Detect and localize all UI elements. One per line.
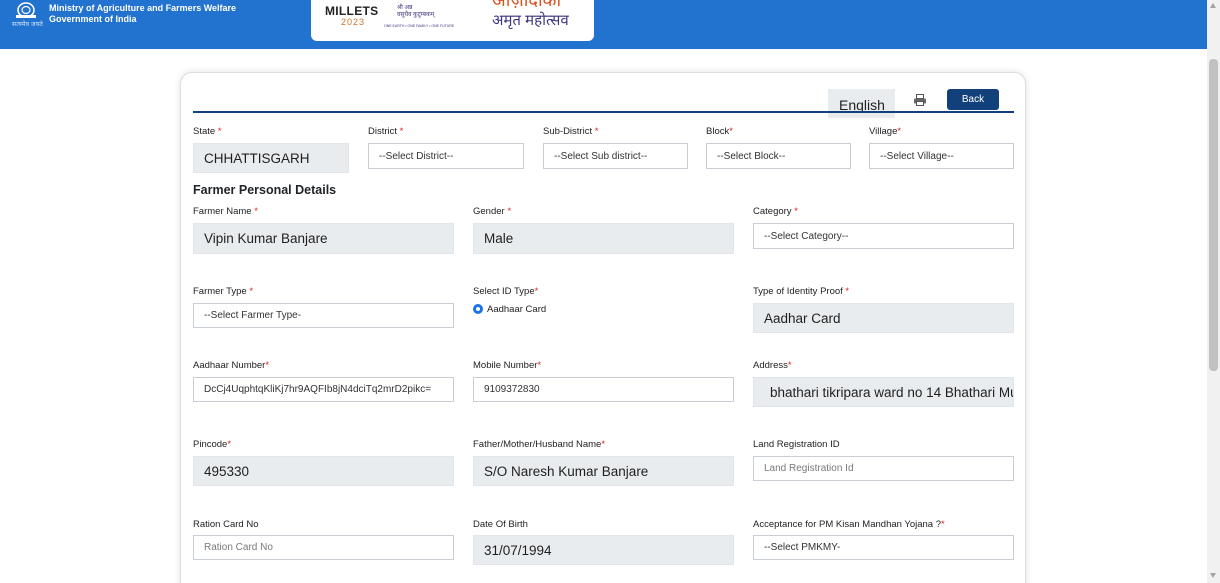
required-marker: * xyxy=(254,206,258,217)
category-label-text: Category xyxy=(753,206,792,217)
pincode-field: 495330 xyxy=(193,456,454,486)
section-title: Farmer Personal Details xyxy=(193,183,337,197)
date-of-birth-field: 31/07/1994 xyxy=(473,535,734,565)
identity-proof-label: Type of Identity Proof * xyxy=(753,286,849,297)
mobile-label: Mobile Number* xyxy=(473,360,541,371)
state-label-text: State xyxy=(193,126,216,137)
millets-logo-text: MILLETS xyxy=(325,4,379,18)
required-marker: * xyxy=(399,126,404,137)
sub-district-label: Sub-District * xyxy=(543,126,598,137)
block-select[interactable]: --Select Block-- xyxy=(706,143,851,169)
aadhaar-card-radio-label[interactable]: Aadhaar Card xyxy=(487,304,546,315)
pmkmy-select[interactable]: --Select PMKMY- xyxy=(753,535,1014,560)
campaign-banner: MILLETS 2023 श्री अन्न वसुधैव कुटुम्बकम्… xyxy=(311,0,594,41)
address-label: Address* xyxy=(753,360,792,371)
pincode-label-text: Pincode xyxy=(193,439,228,450)
gender-label-text: Gender xyxy=(473,206,505,217)
ministry-line-1: Ministry of Agriculture and Farmers Welf… xyxy=(49,3,237,13)
required-marker: * xyxy=(507,206,512,217)
category-select[interactable]: --Select Category-- xyxy=(753,223,1014,249)
village-select[interactable]: --Select Village-- xyxy=(869,143,1014,169)
farmer-name-label-text: Farmer Name xyxy=(193,206,252,217)
required-marker: * xyxy=(897,126,902,137)
required-marker: * xyxy=(217,126,222,137)
ministry-line-2: Government of India xyxy=(49,14,137,24)
farmer-name-field: Vipin Kumar Banjare xyxy=(193,223,454,254)
aadhaar-label-text: Aadhaar Number xyxy=(193,360,266,371)
back-button[interactable]: Back xyxy=(947,89,999,110)
required-marker: * xyxy=(265,360,270,371)
mobile-number-field[interactable]: 9109372830 xyxy=(473,377,734,402)
required-marker: * xyxy=(227,439,232,450)
land-registration-input[interactable]: Land Registration Id xyxy=(753,456,1014,481)
sub-district-label-text: Sub-District xyxy=(543,126,593,137)
azadi-logo-bottom: अमृत महोत्सव xyxy=(492,12,569,29)
block-label: Block* xyxy=(706,126,733,137)
pmkmy-label: Acceptance for PM Kisan Mandhan Yojana ?… xyxy=(753,519,945,530)
farmer-type-select[interactable]: --Select Farmer Type- xyxy=(193,303,454,328)
id-type-label-text: Select ID Type xyxy=(473,286,535,297)
sub-district-select[interactable]: --Select Sub district-- xyxy=(543,143,688,169)
village-label-text: Village xyxy=(869,126,898,137)
millets-year: 2023 xyxy=(341,17,366,27)
ration-card-input[interactable]: Ration Card No xyxy=(193,535,454,560)
land-id-label: Land Registration ID xyxy=(753,439,840,450)
language-toggle[interactable]: English xyxy=(828,89,895,118)
required-marker: * xyxy=(787,360,792,371)
required-marker: * xyxy=(594,126,599,137)
address-label-text: Address xyxy=(753,360,788,371)
state-field: CHHATTISGARH xyxy=(193,143,349,173)
shree-anna-line-2: वसुधैव कुटुम्बकम् xyxy=(397,12,435,18)
gender-field: Male xyxy=(473,223,734,254)
required-marker: * xyxy=(601,439,606,450)
village-label: Village* xyxy=(869,126,901,137)
farmer-name-label: Farmer Name * xyxy=(193,206,258,217)
aadhaar-label: Aadhaar Number* xyxy=(193,360,269,371)
identity-proof-label-text: Type of Identity Proof xyxy=(753,286,843,297)
pmkmy-label-text: Acceptance for PM Kisan Mandhan Yojana ? xyxy=(753,519,942,530)
required-marker: * xyxy=(941,519,945,530)
scroll-thumb[interactable] xyxy=(1209,59,1218,371)
relative-name-field: S/O Naresh Kumar Banjare xyxy=(473,456,734,486)
district-label-text: District xyxy=(368,126,398,137)
ministry-name: Ministry of Agriculture and Farmers Welf… xyxy=(49,3,236,25)
shree-anna-line-1: श्री अन्न xyxy=(397,5,413,11)
aadhaar-number-field[interactable]: DcCj4UqphtqKliKj7hr9AQFIb8jN4dciTq2mrD2p… xyxy=(193,377,454,402)
ration-card-label: Ration Card No xyxy=(193,519,259,530)
required-marker: * xyxy=(794,206,798,217)
relative-name-label: Father/Mother/Husband Name* xyxy=(473,439,605,450)
relative-name-label-text: Father/Mother/Husband Name xyxy=(473,439,602,450)
site-header: सत्यमेव जयते Ministry of Agriculture and… xyxy=(0,0,1207,49)
pincode-label: Pincode* xyxy=(193,439,231,450)
farmer-type-label: Farmer Type * xyxy=(193,286,253,297)
required-marker: * xyxy=(845,286,850,297)
scroll-down-arrow-icon[interactable] xyxy=(1210,573,1216,578)
farmer-type-label-text: Farmer Type xyxy=(193,286,247,297)
identity-proof-field: Aadhar Card xyxy=(753,303,1014,333)
address-field: bhathari tikripara ward no 14 Bhathari M… xyxy=(753,377,1014,407)
category-label: Category * xyxy=(753,206,798,217)
district-label: District * xyxy=(368,126,403,137)
page-scrollbar[interactable] xyxy=(1207,0,1220,583)
state-label: State * xyxy=(193,126,222,137)
required-marker: * xyxy=(534,286,539,297)
required-marker: * xyxy=(537,360,542,371)
mobile-label-text: Mobile Number xyxy=(473,360,538,371)
dob-label: Date Of Birth xyxy=(473,519,528,530)
header-divider xyxy=(193,111,1014,113)
district-select[interactable]: --Select District-- xyxy=(368,143,524,169)
required-marker: * xyxy=(249,286,254,297)
shree-anna-text: श्री अन्न वसुधैव कुटुम्बकम् xyxy=(397,5,434,19)
block-label-text: Block xyxy=(706,126,730,137)
gender-label: Gender * xyxy=(473,206,511,217)
print-icon[interactable] xyxy=(913,93,927,107)
banner-tagline: ONE EARTH • ONE FAMILY • ONE FUTURE xyxy=(384,24,455,28)
id-type-label: Select ID Type* xyxy=(473,286,538,297)
scroll-up-arrow-icon[interactable] xyxy=(1210,3,1216,8)
emblem-caption: सत्यमेव जयते xyxy=(12,22,44,28)
required-marker: * xyxy=(729,126,733,137)
aadhaar-card-radio[interactable] xyxy=(473,304,483,314)
